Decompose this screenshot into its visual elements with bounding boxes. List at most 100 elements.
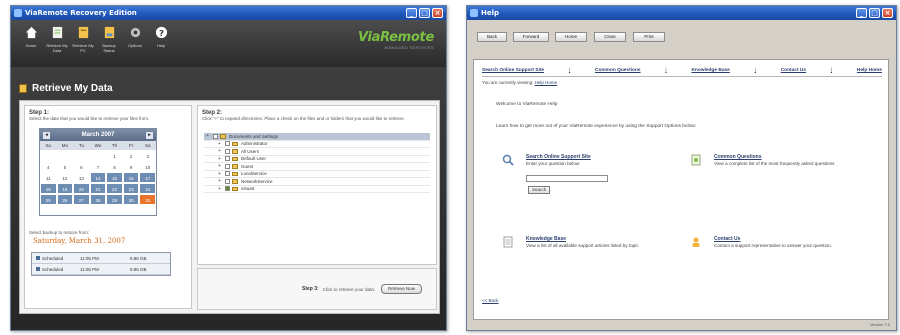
calendar-day[interactable]: 7 (89, 161, 107, 172)
tree-row[interactable]: + Administrator (204, 141, 430, 148)
calendar-next-button[interactable]: ▸ (146, 131, 153, 139)
maximize-button[interactable]: □ (419, 8, 430, 18)
tree-checkbox[interactable] (225, 178, 230, 184)
calendar-day[interactable]: 19 (56, 183, 74, 194)
calendar-day[interactable]: 4 (40, 161, 57, 172)
support-search-input[interactable] (526, 175, 608, 182)
calendar-day[interactable]: 18 (40, 183, 57, 194)
calendar-day[interactable]: 27 (73, 194, 90, 205)
nav-help-home[interactable]: Help Home (857, 68, 882, 73)
expand-icon[interactable]: + (218, 178, 223, 184)
calendar-day[interactable]: 24 (139, 183, 156, 194)
tree-checkbox[interactable] (213, 133, 218, 139)
tree-row[interactable]: + Default User (204, 156, 430, 163)
backup-row[interactable]: Scheduled 11:05 PM 9.86 GB (32, 253, 170, 264)
expand-icon[interactable]: + (218, 156, 223, 162)
support-search-button[interactable]: Search (528, 186, 551, 194)
help-icon: ? (155, 26, 167, 39)
calendar-prev-button[interactable]: ◂ (43, 131, 50, 139)
weekday-label: Mo (61, 143, 68, 148)
calendar-day[interactable]: 31 (139, 194, 156, 205)
expand-icon[interactable]: + (218, 171, 223, 177)
minimize-button[interactable]: _ (406, 8, 417, 18)
document-icon (19, 84, 27, 93)
calendar-day[interactable]: 16 (122, 172, 140, 183)
back-link[interactable]: << Back (482, 298, 499, 303)
tree-checkbox[interactable] (225, 163, 230, 169)
minimize-button[interactable]: _ (856, 8, 867, 18)
viewing-link[interactable]: Help Home (535, 80, 558, 85)
nav-search-support[interactable]: Search Online Support Site (482, 68, 544, 73)
expand-icon[interactable]: + (218, 163, 223, 169)
calendar-day[interactable]: 17 (139, 172, 156, 183)
option-search-title[interactable]: Search Online Support Site (526, 154, 591, 160)
calendar-day[interactable]: 20 (73, 183, 90, 194)
toolbar-help[interactable]: ? Help (149, 26, 173, 48)
close-button[interactable]: × (882, 8, 893, 18)
option-knowledge-title[interactable]: Knowledge Base (526, 236, 566, 242)
expand-icon[interactable]: + (206, 133, 211, 139)
calendar-day[interactable]: 22 (106, 183, 123, 194)
calendar-day[interactable]: 5 (56, 161, 74, 172)
calendar-day[interactable]: 28 (89, 194, 107, 205)
calendar-day[interactable]: 23 (122, 183, 140, 194)
toolbar-backup-status[interactable]: Backup Status (97, 26, 121, 53)
calendar-day[interactable]: 11 (40, 172, 57, 183)
toolbar-options[interactable]: Options (123, 26, 147, 48)
retrieve-icon (52, 26, 62, 39)
tree-checkbox[interactable] (225, 148, 230, 154)
calendar-day[interactable]: 13 (73, 172, 90, 183)
tree-row[interactable]: + All Users (204, 148, 430, 156)
tree-row[interactable]: + Documents and Settings (204, 133, 430, 141)
calendar-day[interactable]: 25 (40, 194, 57, 205)
calendar-day[interactable]: 30 (122, 194, 140, 205)
calendar-day[interactable]: 10 (139, 161, 156, 172)
calendar-day[interactable]: 26 (56, 194, 74, 205)
nav-common-questions[interactable]: Common Questions (595, 68, 641, 73)
calendar-day[interactable]: 29 (106, 194, 123, 205)
option-contact-title[interactable]: Contact Us (714, 236, 740, 242)
calendar-day[interactable]: 15 (106, 172, 123, 183)
retrieve-now-button[interactable]: Retrieve Now (380, 284, 422, 294)
forward-button[interactable]: Forward (513, 32, 549, 42)
close-button[interactable]: × (432, 8, 443, 18)
tree-checkbox[interactable] (225, 171, 230, 177)
retrieve-panel: Step 1: Select the date that you would l… (19, 100, 440, 314)
option-common-title[interactable]: Common Questions (714, 154, 762, 160)
expand-icon[interactable]: + (218, 186, 223, 192)
nav-contact-us[interactable]: Contact Us (781, 68, 806, 73)
calendar-day[interactable]: 12 (56, 172, 74, 183)
maximize-button[interactable]: □ (869, 8, 880, 18)
tree-label: NetworkService (241, 178, 273, 184)
calendar-day[interactable]: 2 (122, 150, 140, 161)
step1-panel: Step 1: Select the date that you would l… (24, 105, 192, 309)
tree-checkbox[interactable] (225, 186, 230, 192)
calendar-day[interactable]: 1 (106, 150, 123, 161)
calendar-day[interactable]: 3 (139, 150, 156, 161)
calendar-day[interactable]: 6 (73, 161, 90, 172)
toolbar-home[interactable]: Home (19, 26, 43, 48)
calendar-day[interactable]: 14 (89, 172, 107, 183)
tree-row[interactable]: + NetworkService (204, 178, 430, 186)
backup-row[interactable]: Scheduled 11:05 PM 9.86 GB (32, 264, 170, 275)
tree-checkbox[interactable] (225, 141, 230, 147)
expand-icon[interactable]: + (218, 148, 223, 154)
calendar-day[interactable]: 8 (106, 161, 123, 172)
nav-separator: | (665, 68, 667, 73)
toolbar-retrieve-pc[interactable]: Retrieve My PC (71, 26, 95, 53)
tree-row[interactable]: + vstuart (204, 186, 430, 193)
toolbar-retrieve-data[interactable]: Retrieve My Data (45, 26, 69, 53)
calendar-day[interactable]: 21 (89, 183, 107, 194)
calendar: ◂ March 2007 ▸ Su Mo Tu We Th Fr Sa 1234567891… (39, 128, 157, 216)
back-button[interactable]: Back (477, 32, 507, 42)
tree-row[interactable]: + Guest (204, 163, 430, 171)
expand-icon[interactable]: + (218, 141, 223, 147)
home-button[interactable]: Home (555, 32, 587, 42)
nav-knowledge-base[interactable]: Knowledge Base (691, 68, 729, 73)
tree-checkbox[interactable] (225, 156, 230, 162)
tree-row[interactable]: + LocalService (204, 171, 430, 178)
close-help-button[interactable]: Close (594, 32, 626, 42)
print-button[interactable]: Print (633, 32, 665, 42)
app-toolbar: Home Retrieve My Data Retrieve My PC Bac… (11, 20, 446, 67)
calendar-day[interactable]: 9 (122, 161, 140, 172)
